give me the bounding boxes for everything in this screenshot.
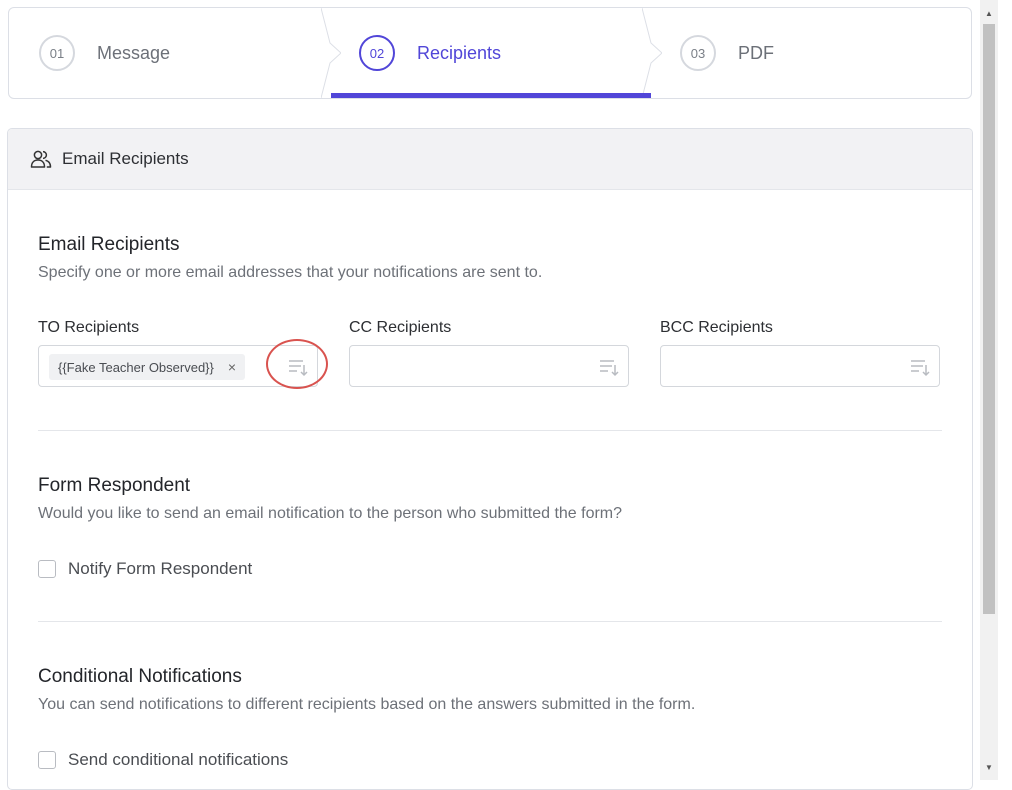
step-recipients[interactable]: 02 Recipients — [359, 8, 501, 98]
cc-recipients-field[interactable] — [349, 345, 629, 387]
section-description: You can send notifications to different … — [38, 696, 696, 713]
highlight-annotation — [266, 339, 328, 389]
bcc-recipients-field[interactable] — [660, 345, 940, 387]
conditional-notifications-checkbox[interactable] — [38, 751, 56, 769]
card-header: Email Recipients — [8, 129, 972, 190]
sort-descending-icon[interactable] — [598, 357, 620, 377]
checkbox-label: Send conditional notifications — [68, 750, 289, 769]
section-title: Form Respondent — [38, 475, 191, 496]
email-recipients-section: Email Recipients Specify one or more ema… — [38, 234, 942, 282]
card-title: Email Recipients — [62, 149, 189, 168]
section-description: Specify one or more email addresses that… — [38, 264, 543, 281]
notify-respondent-checkbox[interactable] — [38, 560, 56, 578]
scroll-up-icon[interactable]: ▲ — [980, 4, 998, 22]
active-step-indicator — [331, 93, 651, 98]
conditional-notifications-section: Conditional Notifications You can send n… — [38, 666, 942, 714]
step-number: 02 — [359, 35, 395, 71]
step-separator-icon — [321, 8, 341, 98]
step-message[interactable]: 01 Message — [39, 8, 170, 98]
to-recipients-label: TO Recipients — [38, 319, 140, 336]
recipient-tag: {{Fake Teacher Observed}} × — [49, 354, 246, 380]
step-label: PDF — [738, 42, 774, 63]
section-divider — [38, 430, 942, 431]
cc-recipients-label: CC Recipients — [349, 319, 452, 336]
users-icon — [30, 150, 52, 168]
step-separator-icon — [642, 8, 662, 98]
step-label: Recipients — [417, 42, 502, 63]
vertical-scrollbar[interactable]: ▲ ▼ — [980, 0, 998, 780]
form-respondent-section: Form Respondent Would you like to send a… — [38, 475, 942, 523]
step-label: Message — [97, 42, 171, 63]
tag-label: {{Fake Teacher Observed}} — [58, 359, 214, 375]
scroll-thumb[interactable] — [983, 24, 995, 614]
step-pdf[interactable]: 03 PDF — [680, 8, 774, 98]
recipients-card: Email Recipients Email Recipients Specif… — [7, 128, 973, 790]
section-divider — [38, 621, 942, 622]
checkbox-label: Notify Form Respondent — [68, 559, 253, 578]
section-title: Conditional Notifications — [38, 666, 242, 687]
section-title: Email Recipients — [38, 234, 180, 255]
notify-respondent-option[interactable]: Notify Form Respondent — [38, 559, 252, 579]
bcc-recipients-label: BCC Recipients — [660, 319, 773, 336]
section-description: Would you like to send an email notifica… — [38, 505, 623, 522]
steps-nav: 01 Message 02 Recipients 03 PDF — [8, 7, 972, 99]
step-number: 03 — [680, 35, 716, 71]
step-number: 01 — [39, 35, 75, 71]
scroll-down-icon[interactable]: ▼ — [980, 758, 998, 776]
sort-descending-icon[interactable] — [909, 357, 931, 377]
remove-tag-icon[interactable]: × — [228, 359, 236, 375]
conditional-notifications-option[interactable]: Send conditional notifications — [38, 750, 288, 770]
